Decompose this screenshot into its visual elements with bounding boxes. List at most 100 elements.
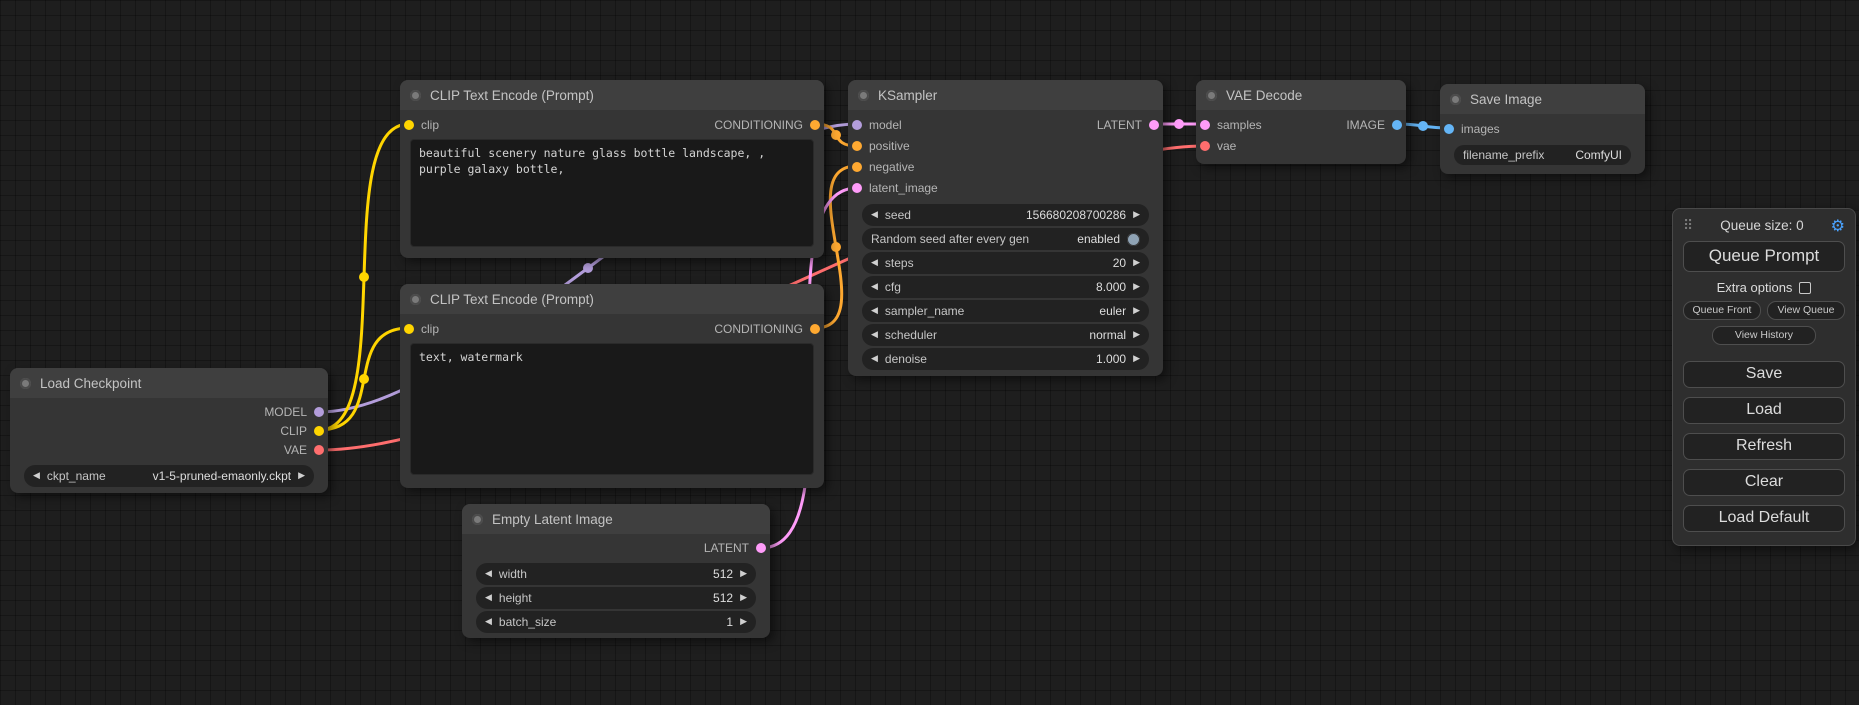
random-seed-toggle-widget[interactable]: Random seed after every gen enabled xyxy=(862,228,1149,250)
node-title-bar[interactable]: Empty Latent Image xyxy=(462,504,770,534)
save-button[interactable]: Save xyxy=(1683,361,1845,388)
node-empty-latent-image[interactable]: Empty Latent Image LATENT ◀ width 512 ▶ … xyxy=(462,504,770,638)
node-load-checkpoint[interactable]: Load Checkpoint MODEL CLIP VAE ◀ ckpt_na… xyxy=(10,368,328,493)
link-midpoint-dot xyxy=(831,130,841,140)
latent-output-slot[interactable] xyxy=(756,543,766,553)
samples-input-slot[interactable] xyxy=(1200,120,1210,130)
load-default-button[interactable]: Load Default xyxy=(1683,505,1845,532)
seed-widget[interactable]: ◀ seed 156680208700286 ▶ xyxy=(862,204,1149,226)
node-title-bar[interactable]: CLIP Text Encode (Prompt) xyxy=(400,284,824,314)
model-output-slot[interactable] xyxy=(314,407,324,417)
widget-label: denoise xyxy=(885,352,927,366)
decrement-arrow-icon[interactable]: ◀ xyxy=(871,211,878,220)
increment-arrow-icon[interactable]: ▶ xyxy=(740,570,747,579)
collapse-dot-icon[interactable] xyxy=(1450,94,1461,105)
width-widget[interactable]: ◀ width 512 ▶ xyxy=(476,563,756,585)
node-title-bar[interactable]: Load Checkpoint xyxy=(10,368,328,398)
ckpt-name-widget[interactable]: ◀ ckpt_name v1-5-pruned-emaonly.ckpt ▶ xyxy=(24,465,314,487)
node-ksampler[interactable]: KSampler model LATENT positive negative … xyxy=(848,80,1163,376)
widget-value: enabled xyxy=(1077,232,1120,246)
widget-label: Random seed after every gen xyxy=(871,232,1029,246)
node-title-bar[interactable]: KSampler xyxy=(848,80,1163,110)
conditioning-output-slot[interactable] xyxy=(810,324,820,334)
increment-arrow-icon[interactable]: ▶ xyxy=(740,594,747,603)
node-clip-text-encode-positive[interactable]: CLIP Text Encode (Prompt) clip CONDITION… xyxy=(400,80,824,258)
positive-input-slot[interactable] xyxy=(852,141,862,151)
increment-arrow-icon[interactable]: ▶ xyxy=(1133,211,1140,220)
latent-output-slot[interactable] xyxy=(1149,120,1159,130)
model-input-slot[interactable] xyxy=(852,120,862,130)
node-title-bar[interactable]: CLIP Text Encode (Prompt) xyxy=(400,80,824,110)
collapse-dot-icon[interactable] xyxy=(20,378,31,389)
queue-actions-row: Queue Front View Queue xyxy=(1683,301,1845,320)
vae-input-slot[interactable] xyxy=(1200,141,1210,151)
denoise-widget[interactable]: ◀ denoise 1.000 ▶ xyxy=(862,348,1149,370)
sampler-name-widget[interactable]: ◀ sampler_name euler ▶ xyxy=(862,300,1149,322)
clear-button[interactable]: Clear xyxy=(1683,469,1845,496)
queue-front-button[interactable]: Queue Front xyxy=(1683,301,1761,320)
decrement-arrow-icon[interactable]: ◀ xyxy=(871,355,878,364)
increment-arrow-icon[interactable]: ▶ xyxy=(740,618,747,627)
filename-prefix-widget[interactable]: filename_prefix ComfyUI xyxy=(1454,145,1631,165)
slot-area: images xyxy=(1440,114,1645,143)
image-output-slot[interactable] xyxy=(1392,120,1402,130)
settings-gear-icon[interactable]: ⚙ xyxy=(1831,216,1845,235)
vae-output-slot[interactable] xyxy=(314,445,324,455)
decrement-arrow-icon[interactable]: ◀ xyxy=(871,307,878,316)
increment-arrow-icon[interactable]: ▶ xyxy=(1133,331,1140,340)
widget-label: seed xyxy=(885,208,911,222)
view-history-button[interactable]: View History xyxy=(1712,326,1816,345)
increment-arrow-icon[interactable]: ▶ xyxy=(298,472,305,481)
increment-arrow-icon[interactable]: ▶ xyxy=(1133,259,1140,268)
widget-value: 512 xyxy=(713,567,733,581)
load-button[interactable]: Load xyxy=(1683,397,1845,424)
view-queue-button[interactable]: View Queue xyxy=(1767,301,1845,320)
steps-widget[interactable]: ◀ steps 20 ▶ xyxy=(862,252,1149,274)
toggle-knob[interactable] xyxy=(1127,233,1140,246)
height-widget[interactable]: ◀ height 512 ▶ xyxy=(476,587,756,609)
collapse-dot-icon[interactable] xyxy=(1206,90,1217,101)
clip-input-slot[interactable] xyxy=(404,324,414,334)
drag-handle-icon[interactable]: ⠿ xyxy=(1683,218,1693,234)
batch-size-widget[interactable]: ◀ batch_size 1 ▶ xyxy=(476,611,756,633)
node-save-image[interactable]: Save Image images filename_prefix ComfyU… xyxy=(1440,84,1645,174)
collapse-dot-icon[interactable] xyxy=(858,90,869,101)
collapse-dot-icon[interactable] xyxy=(410,294,421,305)
decrement-arrow-icon[interactable]: ◀ xyxy=(33,472,40,481)
cfg-widget[interactable]: ◀ cfg 8.000 ▶ xyxy=(862,276,1149,298)
slot-area: MODEL CLIP VAE xyxy=(10,398,328,463)
queue-prompt-button[interactable]: Queue Prompt xyxy=(1683,241,1845,272)
decrement-arrow-icon[interactable]: ◀ xyxy=(485,570,492,579)
decrement-arrow-icon[interactable]: ◀ xyxy=(485,594,492,603)
node-title-bar[interactable]: VAE Decode xyxy=(1196,80,1406,110)
graph-canvas[interactable]: Load Checkpoint MODEL CLIP VAE ◀ ckpt_na… xyxy=(0,0,1859,705)
slot-label: CONDITIONING xyxy=(714,118,803,132)
collapse-dot-icon[interactable] xyxy=(472,514,483,525)
refresh-button[interactable]: Refresh xyxy=(1683,433,1845,460)
positive-prompt-textarea[interactable]: beautiful scenery nature glass bottle la… xyxy=(410,139,814,247)
increment-arrow-icon[interactable]: ▶ xyxy=(1133,355,1140,364)
link-midpoint-dot xyxy=(583,263,593,273)
decrement-arrow-icon[interactable]: ◀ xyxy=(871,283,878,292)
latent-image-input-slot[interactable] xyxy=(852,183,862,193)
negative-input-slot[interactable] xyxy=(852,162,862,172)
clip-input-slot[interactable] xyxy=(404,120,414,130)
node-clip-text-encode-negative[interactable]: CLIP Text Encode (Prompt) clip CONDITION… xyxy=(400,284,824,488)
decrement-arrow-icon[interactable]: ◀ xyxy=(485,618,492,627)
widget-label: cfg xyxy=(885,280,901,294)
node-vae-decode[interactable]: VAE Decode samples IMAGE vae xyxy=(1196,80,1406,164)
images-input-slot[interactable] xyxy=(1444,124,1454,134)
node-title-bar[interactable]: Save Image xyxy=(1440,84,1645,114)
collapse-dot-icon[interactable] xyxy=(410,90,421,101)
clip-output-slot[interactable] xyxy=(314,426,324,436)
conditioning-output-slot[interactable] xyxy=(810,120,820,130)
increment-arrow-icon[interactable]: ▶ xyxy=(1133,307,1140,316)
node-title: Save Image xyxy=(1470,92,1542,107)
increment-arrow-icon[interactable]: ▶ xyxy=(1133,283,1140,292)
decrement-arrow-icon[interactable]: ◀ xyxy=(871,331,878,340)
decrement-arrow-icon[interactable]: ◀ xyxy=(871,259,878,268)
scheduler-widget[interactable]: ◀ scheduler normal ▶ xyxy=(862,324,1149,346)
negative-prompt-textarea[interactable]: text, watermark xyxy=(410,343,814,475)
extra-options-checkbox[interactable] xyxy=(1799,282,1811,294)
widget-label: steps xyxy=(885,256,914,270)
